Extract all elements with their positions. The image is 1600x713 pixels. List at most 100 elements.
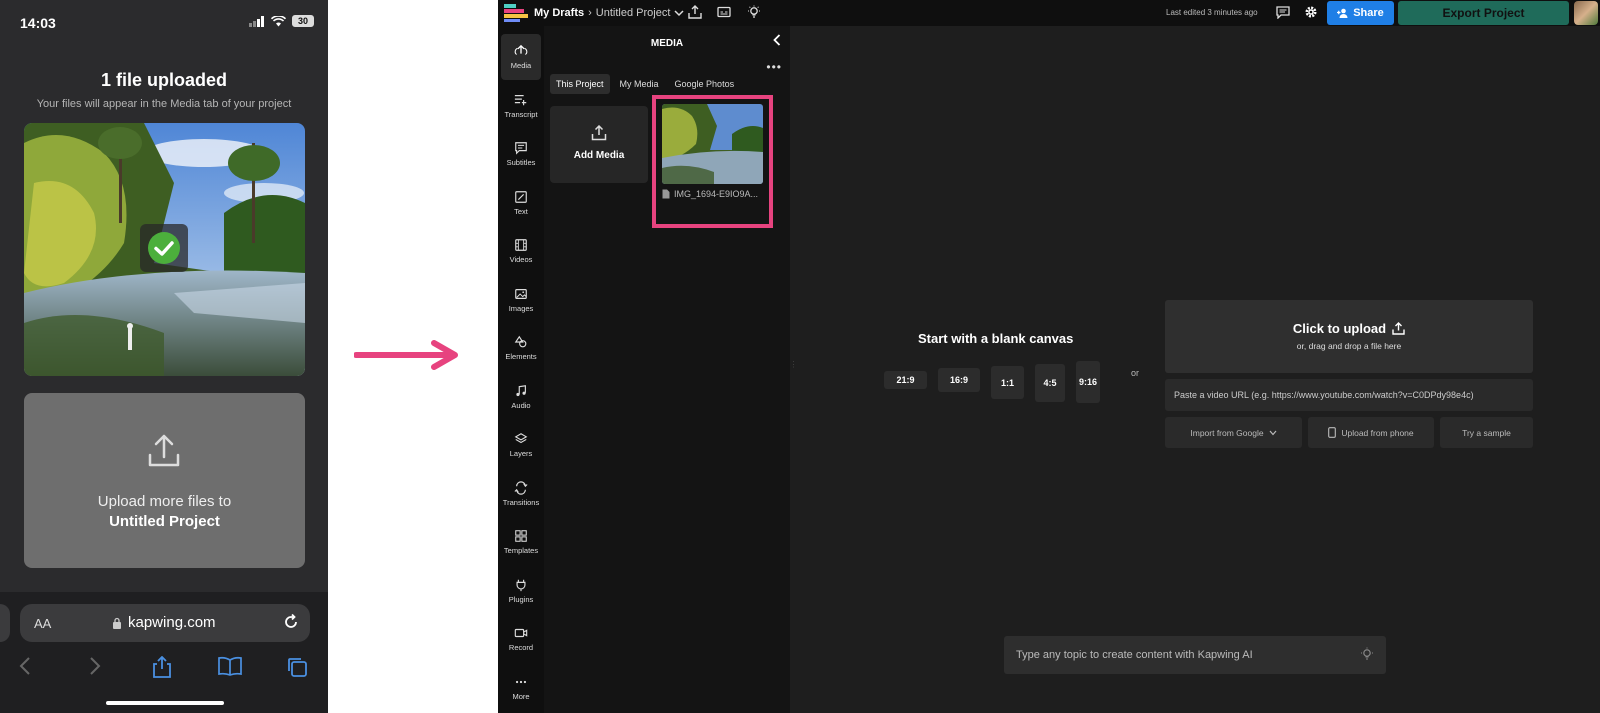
upload-phone-label: Upload from phone (1341, 427, 1414, 438)
sidebar-item-transcript[interactable]: Transcript (498, 83, 544, 129)
sidebar-item-media[interactable]: Media (501, 34, 541, 80)
video-url-input[interactable]: Paste a video URL (e.g. https://www.yout… (1165, 379, 1533, 411)
signal-icon (249, 15, 265, 27)
sidebar-item-plugins[interactable]: Plugins (498, 568, 544, 614)
or-separator: or (1131, 368, 1140, 378)
tab-google-photos[interactable]: Google Photos (669, 74, 741, 94)
url-text: kapwing.com (128, 614, 216, 631)
upload-from-phone-button[interactable]: Upload from phone (1308, 417, 1434, 448)
kapwing-editor: My Drafts › Untitled Project Last edited… (498, 0, 1600, 713)
sidebar-item-label: Layers (509, 449, 533, 458)
grid-icon (514, 529, 528, 543)
sidebar-item-audio[interactable]: Audio (498, 374, 544, 420)
text-size-button[interactable]: AA (34, 616, 51, 631)
layers-icon (514, 432, 528, 446)
sidebar-item-more[interactable]: More (498, 665, 544, 711)
sidebar-item-images[interactable]: Images (498, 277, 544, 323)
share-sheet-icon[interactable] (152, 656, 172, 678)
breadcrumb-separator: › (588, 7, 592, 19)
sidebar-item-subtitles[interactable]: Subtitles (498, 131, 544, 177)
import-google-label: Import from Google (1190, 427, 1264, 438)
sidebar-item-label: Audio (511, 400, 531, 410)
file-icon (662, 189, 670, 199)
previous-tab[interactable] (0, 604, 10, 642)
sidebar-item-templates[interactable]: Templates (498, 519, 544, 565)
shapes-icon (514, 335, 528, 349)
lightbulb-icon[interactable] (747, 5, 761, 19)
transcript-icon (514, 93, 528, 107)
film-icon (514, 238, 528, 252)
sidebar-item-record[interactable]: Record (498, 616, 544, 662)
ratio-1-1-button[interactable]: 1:1 (991, 366, 1024, 399)
ellipsis-icon (514, 675, 528, 689)
media-item-highlight[interactable]: IMG_1694-E9IO9A... (652, 95, 773, 228)
bookmarks-icon[interactable] (218, 656, 242, 676)
click-to-upload-dropzone[interactable]: Click to upload or, drag and drop a file… (1165, 300, 1533, 373)
phone-screen: 14:03 30 1 file uploaded Your files will… (0, 0, 328, 713)
tabs-icon[interactable] (286, 656, 308, 678)
add-media-button[interactable]: Add Media (550, 106, 648, 183)
kapwing-logo[interactable] (504, 4, 528, 22)
share-label: Share (1353, 7, 1384, 19)
panel-title: MEDIA (650, 38, 684, 49)
sidebar-item-label: Record (508, 643, 534, 652)
top-bar: My Drafts › Untitled Project Last edited… (498, 0, 1600, 26)
ratio-16-9-button[interactable]: 16:9 (938, 368, 980, 392)
export-project-button[interactable]: Export Project (1398, 1, 1569, 25)
sidebar-item-elements[interactable]: Elements (498, 325, 544, 371)
forward-icon[interactable] (88, 656, 102, 676)
drag-drop-hint: or, drag and drop a file here (1296, 341, 1402, 351)
arrow-right-icon (354, 340, 464, 370)
chevron-down-icon[interactable] (674, 9, 684, 17)
image-icon (514, 287, 528, 301)
gear-icon[interactable] (1304, 5, 1318, 19)
try-sample-button[interactable]: Try a sample (1440, 417, 1533, 448)
collapse-panel-icon[interactable] (772, 34, 782, 46)
plug-icon (514, 578, 528, 592)
lightbulb-icon[interactable] (1360, 647, 1374, 661)
wifi-icon (271, 15, 286, 27)
sidebar-item-label: Videos (509, 255, 533, 264)
browser-toolbar: AA kapwing.com (0, 592, 328, 713)
project-name[interactable]: Untitled Project (596, 7, 671, 19)
share-button[interactable]: Share (1327, 1, 1394, 25)
media-file-name: IMG_1694-E9IO9A... (674, 189, 759, 199)
transitions-icon (514, 480, 528, 495)
last-edited-status: Last edited 3 minutes ago (1166, 8, 1258, 17)
ratio-4-5-button[interactable]: 4:5 (1035, 364, 1065, 402)
address-bar[interactable]: AA kapwing.com (20, 604, 310, 642)
battery-icon: 30 (292, 15, 314, 27)
sidebar-item-videos[interactable]: Videos (498, 228, 544, 274)
ratio-9-16-button[interactable]: 9:16 (1076, 361, 1100, 403)
sidebar-item-label: Elements (505, 352, 537, 361)
tab-this-project[interactable]: This Project (550, 74, 610, 94)
sidebar-item-label: Media (510, 61, 532, 70)
ai-prompt-input[interactable]: Type any topic to create content with Ka… (1004, 636, 1386, 674)
media-thumbnail[interactable] (662, 104, 763, 184)
export-upload-icon[interactable] (688, 5, 702, 19)
back-icon[interactable] (18, 656, 32, 676)
sidebar-item-transitions[interactable]: Transitions (498, 471, 544, 517)
more-options-icon[interactable]: ••• (766, 60, 782, 74)
upload-icon (1392, 322, 1405, 335)
upload-title: 1 file uploaded (100, 70, 228, 90)
sidebar-item-label: Plugins (508, 594, 534, 604)
comments-icon[interactable] (1276, 5, 1290, 19)
reload-icon[interactable] (282, 613, 300, 631)
media-tabs: This Project My Media Google Photos (550, 74, 740, 94)
avatar[interactable] (1574, 1, 1598, 25)
status-bar: 14:03 30 (0, 0, 328, 44)
sidebar-item-layers[interactable]: Layers (498, 422, 544, 468)
captions-icon[interactable] (717, 5, 731, 19)
sidebar-item-label: Transitions (502, 497, 540, 507)
sidebar-item-text[interactable]: Text (498, 180, 544, 226)
camera-icon (514, 626, 528, 640)
sidebar-item-label: Text (514, 206, 528, 216)
ratio-21-9-button[interactable]: 21:9 (884, 371, 927, 389)
breadcrumb-my-drafts[interactable]: My Drafts (534, 7, 584, 19)
sidebar-item-label: Subtitles (506, 158, 536, 167)
upload-more-button[interactable]: Upload more files to Untitled Project (24, 393, 305, 568)
tab-my-media[interactable]: My Media (614, 74, 665, 94)
import-from-google-button[interactable]: Import from Google (1165, 417, 1302, 448)
ai-prompt-placeholder: Type any topic to create content with Ka… (1016, 649, 1253, 661)
